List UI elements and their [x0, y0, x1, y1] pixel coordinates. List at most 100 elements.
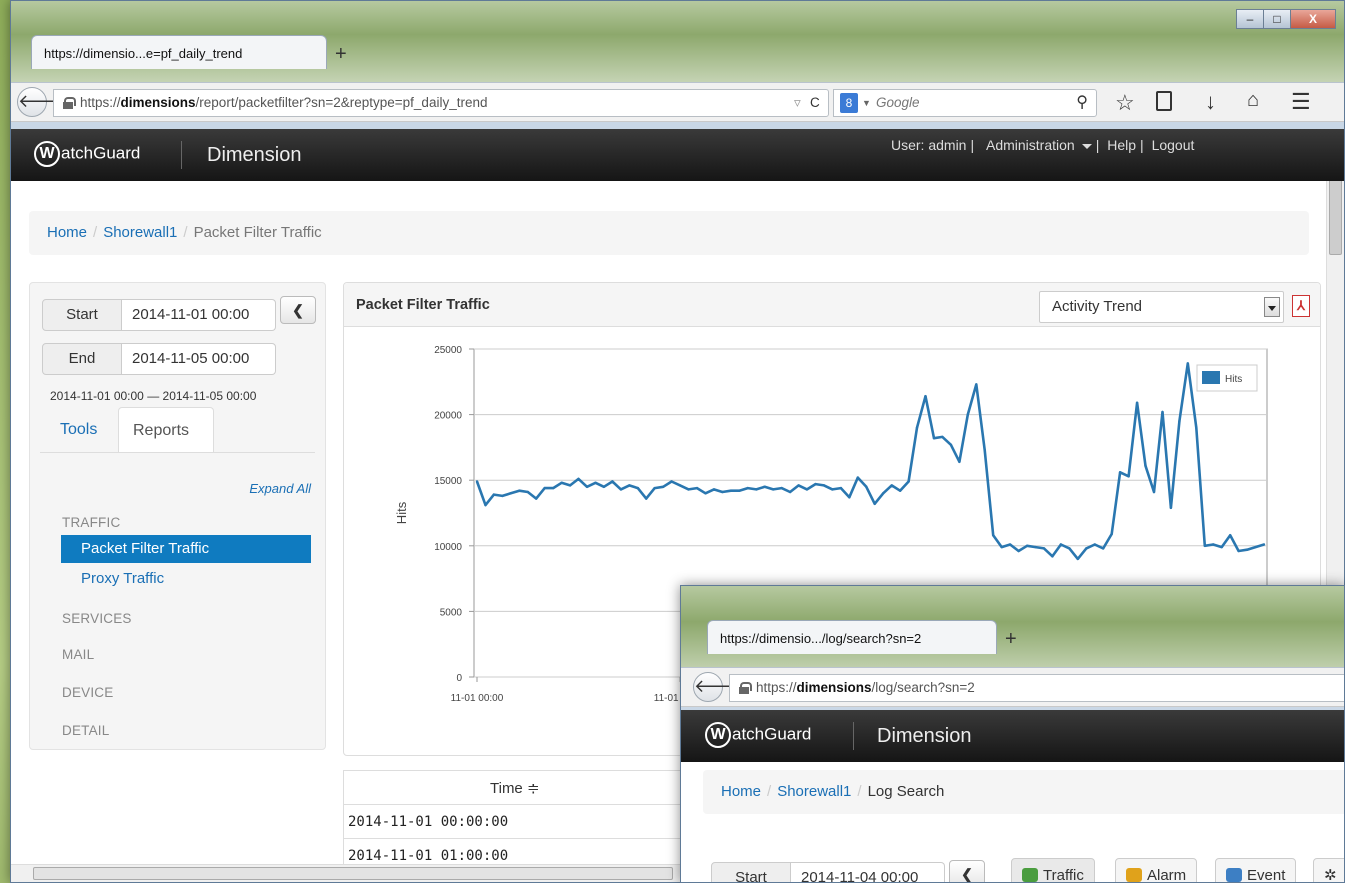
data-point: [831, 488, 834, 491]
data-point: [1186, 362, 1189, 365]
address-bar[interactable]: https://dimensions/log/search?sn=2: [729, 674, 1344, 702]
nav-group-detail[interactable]: DETAIL: [62, 723, 109, 738]
url-host: dimensions: [120, 95, 196, 110]
pdf-icon[interactable]: ⅄: [1292, 295, 1310, 317]
breadcrumb-home[interactable]: Home: [721, 783, 761, 800]
back-button[interactable]: 🡐: [17, 87, 66, 117]
data-point: [822, 484, 826, 487]
view-type-value: Activity Trend: [1052, 298, 1143, 315]
breadcrumb-device[interactable]: Shorewall1: [103, 224, 177, 241]
nav-item-packet-filter-traffic[interactable]: Packet Filter Traffic: [61, 535, 311, 563]
reload-icon[interactable]: C: [810, 90, 820, 116]
data-point: [1076, 557, 1079, 561]
nav-group-device[interactable]: DEVICE: [62, 685, 113, 700]
data-point: [1212, 543, 1215, 546]
nav-group-traffic[interactable]: TRAFFIC: [62, 515, 120, 530]
browser-tab-active[interactable]: https://dimensio.../log/search?sn=2: [707, 620, 997, 654]
time-column-header[interactable]: Time ≑: [490, 779, 540, 797]
watchguard-logo[interactable]: WatchGuard: [705, 722, 811, 748]
new-tab-button[interactable]: +: [1005, 629, 1017, 649]
breadcrumb: Home / Shorewall1/Log Search: [703, 770, 1344, 814]
data-point: [1059, 543, 1063, 546]
maximize-button[interactable]: □: [1263, 9, 1291, 29]
back-button[interactable]: 🡐: [693, 672, 742, 702]
start-date-input[interactable]: 2014-11-04 00:00: [791, 862, 945, 882]
search-bar[interactable]: 8 ▼ Google ⚲: [833, 89, 1097, 117]
menu-icon[interactable]: ☰: [1291, 89, 1311, 115]
y-tick-label: 0: [456, 673, 462, 684]
caret-down-icon: [1081, 143, 1092, 149]
breadcrumb-device[interactable]: Shorewall1: [777, 783, 851, 800]
chevron-left-icon: ❮: [292, 302, 304, 318]
url-prefix: https://: [80, 95, 121, 110]
address-bar[interactable]: https://dimensions/report/packetfilter?s…: [53, 89, 829, 117]
nav-group-mail[interactable]: MAIL: [62, 647, 94, 662]
reading-list-icon[interactable]: [1156, 91, 1172, 111]
tab-event[interactable]: Event: [1215, 858, 1297, 882]
data-point: [1237, 549, 1240, 553]
data-point: [543, 486, 546, 490]
download-icon[interactable]: ↓: [1205, 89, 1216, 115]
data-point: [932, 437, 936, 440]
dropdown-history-icon[interactable]: ▿: [794, 90, 801, 116]
watchguard-w-mark: W: [34, 141, 60, 167]
data-point: [501, 494, 504, 498]
browser-tab-active[interactable]: https://dimensio...e=pf_daily_trend: [31, 35, 327, 69]
data-point: [1203, 544, 1206, 547]
help-link[interactable]: Help: [1107, 137, 1136, 153]
data-point: [1110, 532, 1113, 536]
data-point: [1051, 555, 1054, 558]
view-type-select[interactable]: Activity Trend: [1039, 291, 1284, 323]
breadcrumb-home[interactable]: Home: [47, 224, 87, 241]
data-point: [738, 489, 741, 492]
vertical-scrollbar-thumb[interactable]: [1329, 181, 1342, 255]
tab-alarm[interactable]: Alarm: [1115, 858, 1198, 882]
chevron-left-icon: ❮: [961, 866, 973, 882]
logout-link[interactable]: Logout: [1152, 137, 1195, 153]
tab-more[interactable]: ✲: [1313, 858, 1344, 882]
watchguard-logo[interactable]: WatchGuard: [34, 141, 140, 167]
data-point: [746, 486, 749, 490]
data-point: [949, 443, 953, 446]
data-point: [492, 493, 496, 496]
minimize-button[interactable]: ‒: [1236, 9, 1264, 29]
bookmark-star-icon[interactable]: ☆: [1115, 90, 1135, 116]
previous-range-button[interactable]: ❮: [280, 296, 316, 324]
watchguard-w-mark: W: [705, 722, 731, 748]
tab-traffic[interactable]: Traffic: [1011, 858, 1095, 882]
expand-all-link[interactable]: Expand All: [249, 481, 311, 496]
administration-menu[interactable]: Administration: [982, 137, 1092, 153]
data-point: [983, 448, 986, 452]
data-point: [1034, 545, 1037, 549]
app-name: Dimension: [877, 725, 972, 747]
new-tab-button[interactable]: +: [335, 44, 347, 64]
search-magnifier-icon[interactable]: ⚲: [1076, 90, 1088, 116]
tab-tools[interactable]: Tools: [46, 407, 111, 453]
end-date-input[interactable]: 2014-11-05 00:00: [122, 343, 276, 375]
data-point: [568, 484, 572, 487]
brand-name: atchGuard: [61, 143, 141, 163]
home-icon[interactable]: ⌂: [1247, 89, 1259, 112]
search-engine-icon[interactable]: 8: [840, 93, 858, 113]
data-point: [882, 492, 885, 495]
legend-label: Hits: [1225, 374, 1242, 385]
tab-reports[interactable]: Reports: [118, 407, 214, 453]
data-point: [1017, 549, 1020, 553]
url-host: dimensions: [796, 680, 872, 695]
previous-range-button[interactable]: ❮: [949, 860, 985, 882]
horizontal-scrollbar-thumb[interactable]: [33, 867, 673, 880]
data-point: [772, 488, 775, 491]
select-arrow-icon[interactable]: [1264, 297, 1280, 317]
nav-item-proxy-traffic[interactable]: Proxy Traffic: [61, 565, 311, 593]
start-date-input[interactable]: 2014-11-01 00:00: [122, 299, 276, 331]
nav-group-services[interactable]: SERVICES: [62, 611, 132, 626]
brand-name: atchGuard: [732, 724, 812, 744]
data-point: [695, 486, 699, 490]
search-engine-caret-icon: ▼: [862, 98, 871, 108]
data-point: [898, 489, 902, 492]
y-tick-label: 15000: [434, 476, 462, 487]
chart-panel-header: Packet Filter Traffic Activity Trend ⅄: [344, 283, 1320, 327]
close-window-button[interactable]: X: [1290, 9, 1336, 29]
data-point: [1195, 426, 1198, 429]
header-divider: [853, 722, 854, 750]
